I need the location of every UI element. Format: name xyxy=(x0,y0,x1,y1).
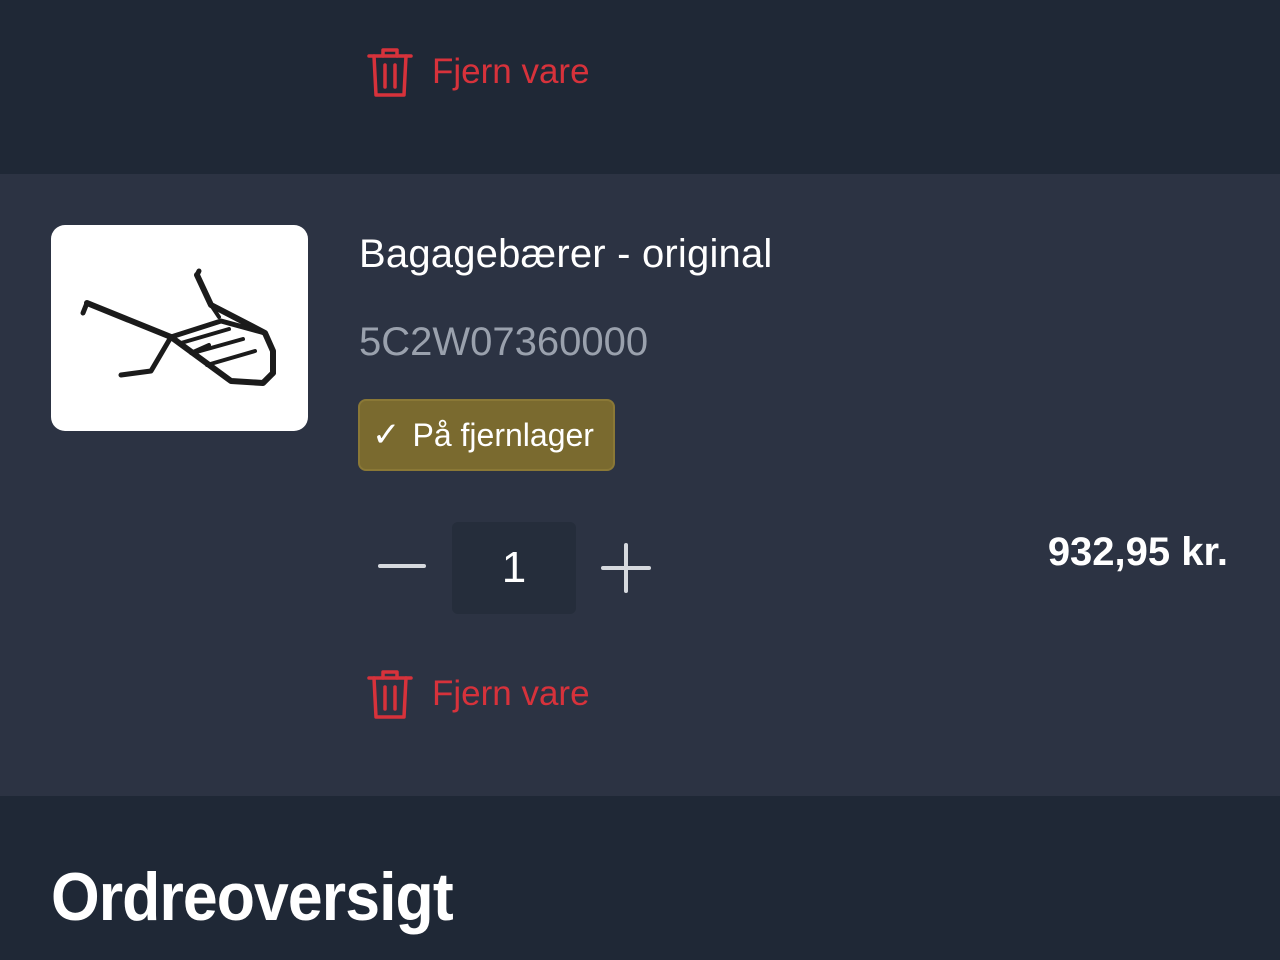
remove-item-label: Fjern vare xyxy=(432,674,590,713)
checkmark-icon: ✓ xyxy=(372,416,401,454)
remove-item-button[interactable]: Fjern vare xyxy=(366,667,590,721)
cart-item: Bagagebærer - original 5C2W07360000 ✓ På… xyxy=(0,174,1280,796)
trash-icon xyxy=(366,667,414,721)
cart-page: Fjern vare Bagagebærer - original 5C2W07… xyxy=(0,0,1280,960)
decrease-quantity-button[interactable] xyxy=(374,524,430,608)
order-summary-title: Ordreoversigt xyxy=(51,859,454,935)
trash-icon xyxy=(366,45,414,99)
remove-item-button[interactable]: Fjern vare xyxy=(366,45,590,99)
product-image[interactable] xyxy=(51,225,308,431)
item-price: 932,95 kr. xyxy=(1047,530,1228,574)
stock-status-label: På fjernlager xyxy=(412,416,594,453)
increase-quantity-button[interactable] xyxy=(598,524,654,612)
product-name[interactable]: Bagagebærer - original xyxy=(359,232,773,277)
stock-status-badge: ✓ På fjernlager xyxy=(358,399,615,471)
quantity-input[interactable]: 1 xyxy=(452,522,576,614)
product-sku: 5C2W07360000 xyxy=(359,320,649,364)
remove-item-label: Fjern vare xyxy=(432,52,590,91)
plus-icon xyxy=(601,543,651,593)
previous-cart-item: Fjern vare xyxy=(0,0,1280,174)
